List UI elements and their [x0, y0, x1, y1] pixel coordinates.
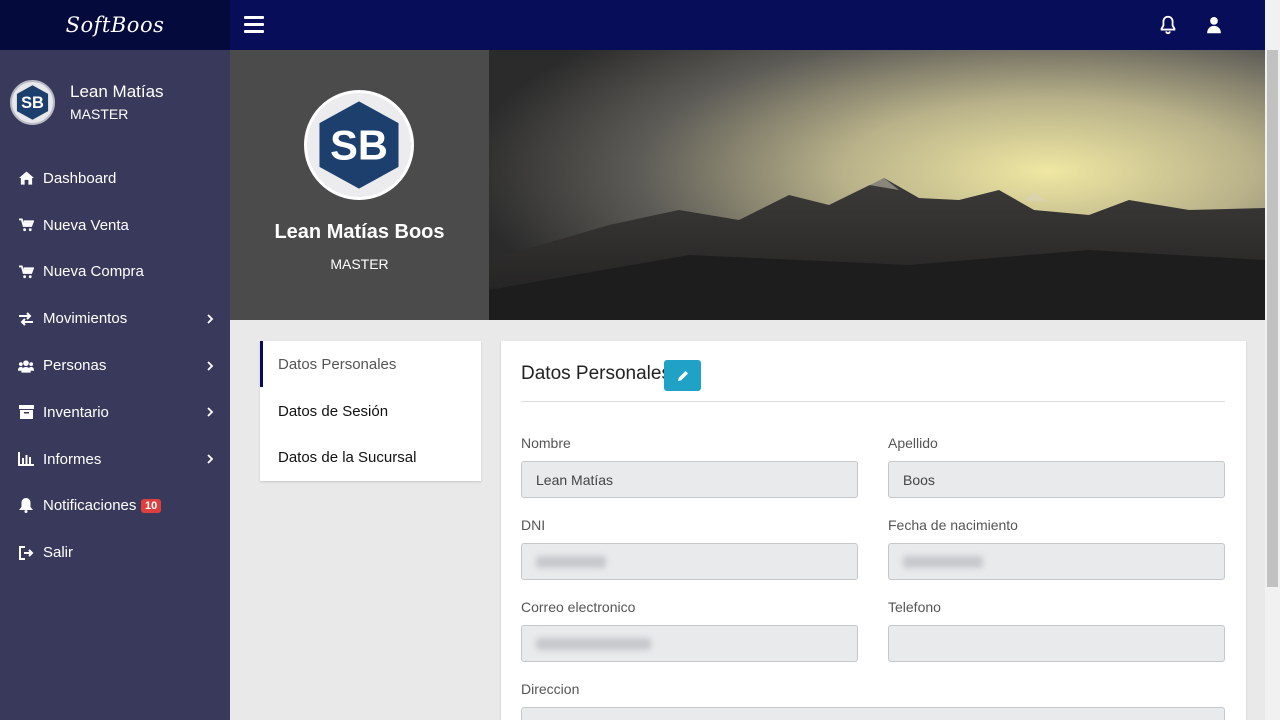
direccion-field[interactable]: [521, 707, 1225, 720]
profile-header: SB Lean Matías Boos MASTER: [230, 50, 489, 320]
redacted-value: [903, 555, 983, 568]
brand-logo[interactable]: SoftBoos: [0, 0, 230, 50]
bar-chart-icon: [18, 451, 34, 467]
sidebar-item-nueva-venta[interactable]: Nueva Venta: [0, 202, 230, 249]
cart-icon: [18, 217, 34, 233]
profile-cover-image: [489, 50, 1265, 320]
archive-icon: [18, 404, 34, 420]
sidebar-item-dashboard[interactable]: Dashboard: [0, 155, 230, 202]
apellido-field[interactable]: Boos: [888, 461, 1225, 498]
sidebar-item-salir[interactable]: Salir: [0, 529, 230, 576]
sidebar-item-notificaciones[interactable]: Notificaciones 10: [0, 483, 230, 530]
dni-field[interactable]: [521, 543, 858, 580]
sidebar: SB Lean Matías MASTER Dashboard Nueva Ve…: [0, 50, 230, 720]
telefono-label: Telefono: [888, 599, 941, 615]
bell-icon: [18, 498, 34, 514]
telefono-field[interactable]: [888, 625, 1225, 662]
correo-label: Correo electronico: [521, 599, 636, 615]
tab-datos-sesion[interactable]: Datos de Sesión: [260, 388, 481, 434]
scrollbar-thumb[interactable]: [1267, 50, 1278, 587]
sign-out-icon: [18, 545, 34, 561]
fecha-nacimiento-field[interactable]: [888, 543, 1225, 580]
home-icon: [18, 170, 34, 186]
pencil-icon: [677, 370, 688, 381]
users-icon: [18, 358, 34, 374]
sidebar-item-movimientos[interactable]: Movimientos: [0, 295, 230, 342]
sidebar-item-informes[interactable]: Informes: [0, 436, 230, 483]
redacted-value: [536, 555, 606, 568]
chevron-right-icon: [207, 454, 214, 464]
menu-toggle-icon[interactable]: [244, 16, 264, 34]
sidebar-item-label: Personas: [43, 357, 107, 375]
nombre-label: Nombre: [521, 435, 571, 451]
sidebar-user-panel: SB Lean Matías MASTER: [10, 80, 220, 126]
profile-role: MASTER: [330, 256, 389, 272]
nombre-field[interactable]: Lean Matías: [521, 461, 858, 498]
sidebar-item-label: Dashboard: [43, 169, 117, 187]
page-scrollbar[interactable]: [1265, 0, 1280, 720]
redacted-value: [536, 637, 651, 650]
sidebar-item-label: Notificaciones: [43, 497, 137, 515]
dni-label: DNI: [521, 517, 546, 533]
sb-logo-icon: SB: [16, 85, 49, 120]
brand-text: SoftBoos: [65, 13, 165, 37]
sidebar-item-nueva-compra[interactable]: Nueva Compra: [0, 249, 230, 296]
tab-datos-personales[interactable]: Datos Personales: [260, 341, 481, 387]
svg-text:SB: SB: [330, 122, 388, 169]
personal-data-card: Datos Personales Nombre Lean Matías Apel…: [501, 341, 1246, 720]
chevron-right-icon: [207, 360, 214, 371]
exchange-icon: [18, 311, 34, 327]
avatar: SB: [10, 80, 55, 125]
sidebar-item-label: Informes: [43, 450, 102, 468]
sidebar-item-label: Nueva Compra: [43, 263, 144, 281]
card-title: Datos Personales: [521, 363, 671, 384]
user-menu-icon[interactable]: [1203, 14, 1225, 36]
notification-count-badge: 10: [141, 498, 162, 513]
sb-logo-icon: SB: [319, 101, 399, 189]
direccion-label: Direccion: [521, 681, 580, 697]
notifications-bell-icon[interactable]: [1157, 14, 1179, 36]
sidebar-menu: Dashboard Nueva Venta Nueva Compra Movim…: [0, 155, 230, 576]
chevron-right-icon: [207, 314, 214, 324]
chevron-right-icon: [207, 407, 214, 418]
fecha-nacimiento-label: Fecha de nacimiento: [888, 517, 1018, 533]
profile-name: Lean Matías Boos: [274, 221, 445, 243]
edit-button[interactable]: [664, 360, 701, 391]
cart-icon: [18, 264, 34, 280]
sidebar-user-role: MASTER: [70, 106, 129, 122]
sidebar-user-name: Lean Matías: [70, 82, 164, 101]
sidebar-item-label: Salir: [43, 544, 74, 562]
sidebar-item-label: Inventario: [43, 403, 109, 421]
tab-datos-sucursal[interactable]: Datos de la Sucursal: [260, 434, 481, 480]
sidebar-item-label: Nueva Venta: [43, 216, 129, 234]
sidebar-item-personas[interactable]: Personas: [0, 342, 230, 389]
card-divider: [521, 401, 1225, 402]
svg-text:SB: SB: [21, 94, 44, 112]
profile-tabs: Datos Personales Datos de Sesión Datos d…: [260, 341, 481, 481]
apellido-label: Apellido: [888, 435, 938, 451]
profile-avatar: SB: [304, 90, 414, 200]
correo-field[interactable]: [521, 625, 858, 662]
top-navbar: SoftBoos: [0, 0, 1265, 50]
sidebar-item-label: Movimientos: [43, 310, 128, 328]
sidebar-item-inventario[interactable]: Inventario: [0, 389, 230, 436]
